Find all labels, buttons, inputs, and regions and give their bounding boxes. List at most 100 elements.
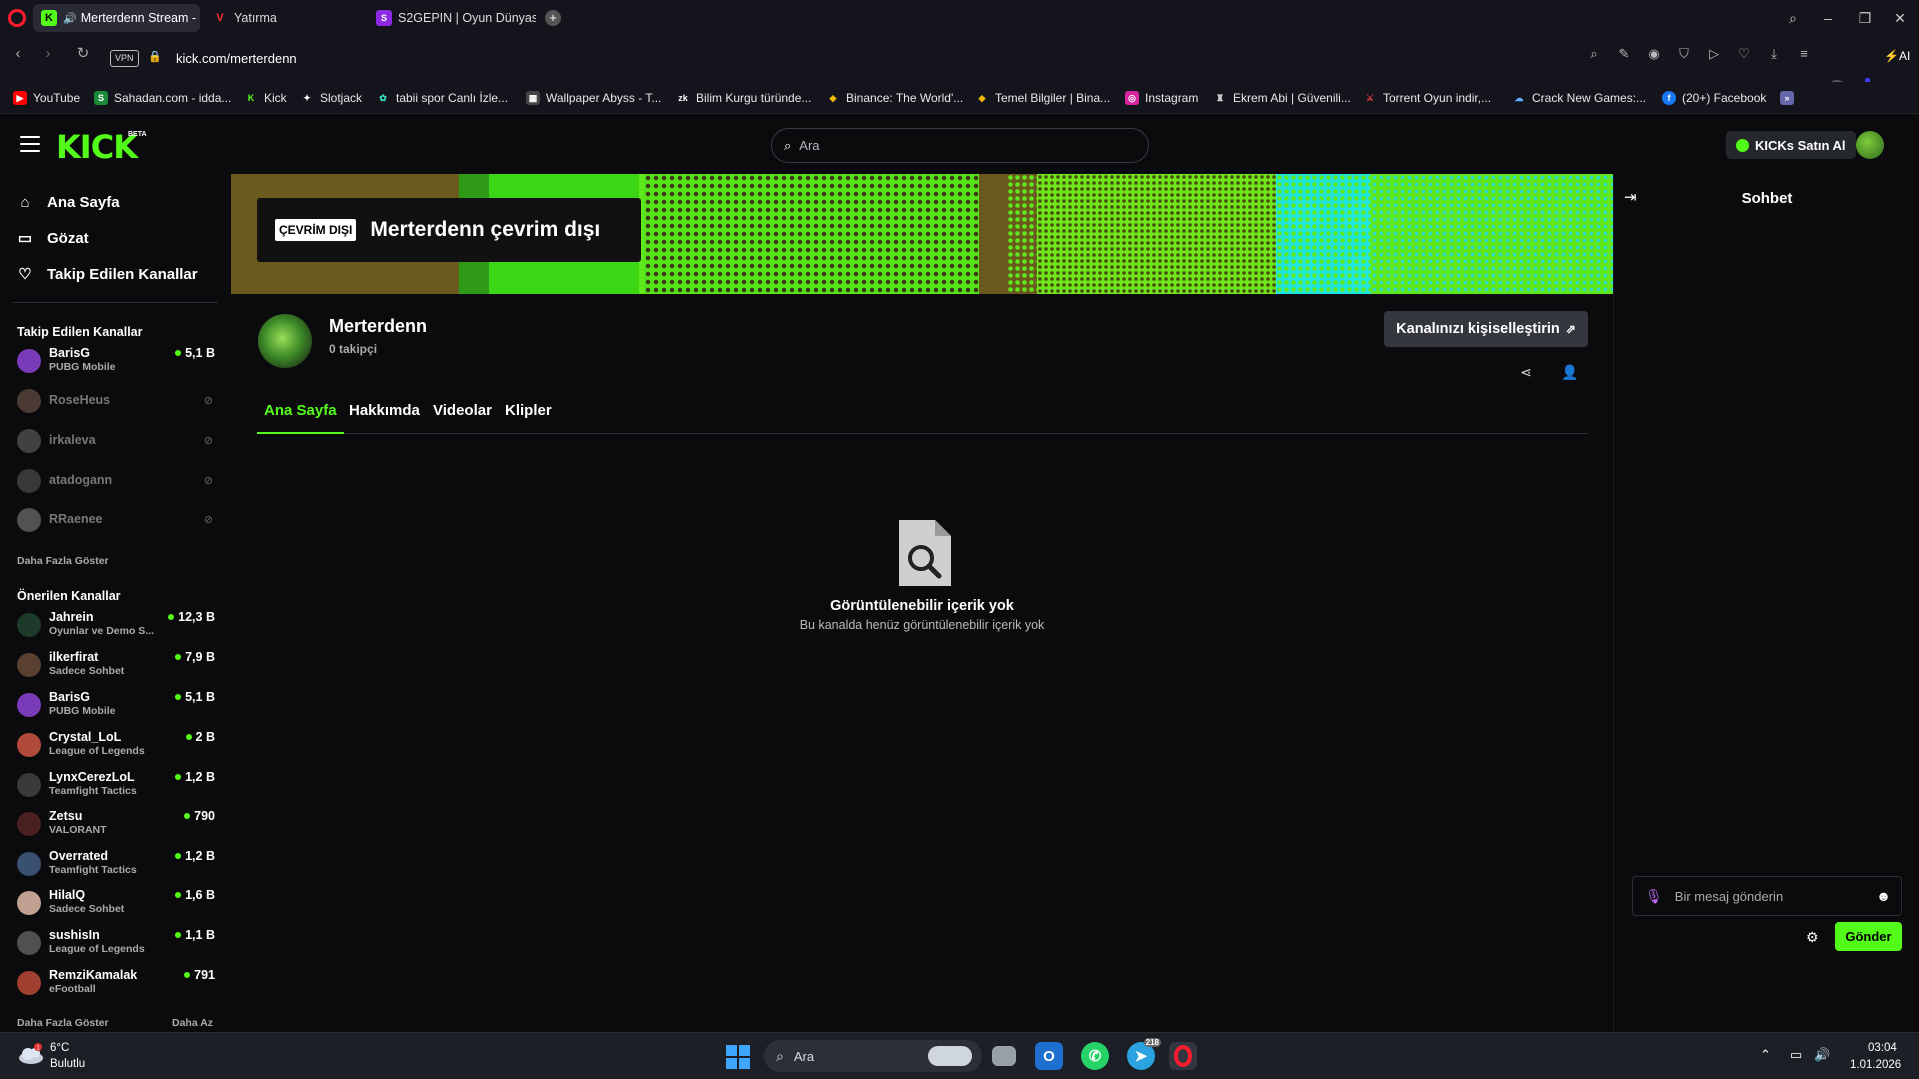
search-box[interactable]: ⌕ [771,128,1149,163]
heart-bookmark-icon[interactable]: ♡ [1736,46,1752,62]
taskbar-search[interactable]: ⌕ Ara [764,1040,982,1072]
recommended-show-less[interactable]: Daha Az [172,1017,213,1029]
back-icon[interactable]: ‹ [8,44,28,64]
shield-icon[interactable]: ⛉ [1676,46,1692,62]
download-icon[interactable]: ⤓ [1766,46,1782,62]
menu-lines-icon[interactable]: ≡ [1796,46,1812,62]
recommended-channel[interactable]: HilalQ Sadece Sohbet 1,6 B [17,886,217,920]
send-button[interactable]: Gönder [1835,922,1902,951]
page-search-icon[interactable]: ⌕ [1586,46,1602,62]
customize-label: Kanalınızı kişiselleştirin [1396,321,1560,337]
bookmark-binance-temel[interactable]: ◆ Temel Bilgiler | Bina... [975,89,1111,107]
bookmark-crack[interactable]: ☁ Crack New Games:... [1512,89,1647,107]
outlook-icon[interactable]: O [1035,1042,1063,1070]
search-tabs-icon[interactable]: ⌕ [1783,8,1803,28]
user-avatar[interactable] [1856,131,1884,159]
kick-logo[interactable]: KICK [56,128,138,166]
recommended-channel[interactable]: RemziKamalak eFootball 791 [17,966,217,1000]
sidebar-item-following[interactable]: ♡ Takip Edilen Kanallar [16,262,197,286]
play-icon[interactable]: ▷ [1706,46,1722,62]
bookmark-youtube[interactable]: ▶ YouTube [13,89,80,107]
tab-about[interactable]: Hakkımda [349,402,420,434]
sidebar-item-home[interactable]: ⌂ Ana Sayfa [16,190,119,214]
recommended-channel[interactable]: Overrated Teamfight Tactics 1,2 B [17,847,217,881]
bookmark-kick[interactable]: K Kick [244,89,287,107]
clock-time[interactable]: 03:04 [1868,1042,1897,1054]
bookmark-facebook[interactable]: f (20+) Facebook [1662,89,1766,107]
following-channel[interactable]: RRaenee ⊘ [17,503,217,537]
whatsapp-icon[interactable]: ✆ [1081,1042,1109,1070]
close-window-icon[interactable]: ✕ [1890,8,1910,28]
browser-tab[interactable]: S S2GEPIN | Oyun Dünyasın [368,4,536,32]
following-channel[interactable]: atadogann ⊘ [17,464,217,498]
ai-button[interactable]: ⚡AI [1884,49,1910,63]
bookmark-instagram[interactable]: ◎ Instagram [1125,89,1198,107]
emoji-icon[interactable]: ☻ [1876,888,1891,904]
bookmark-bilim-kurgu[interactable]: zk Bilim Kurgu türünde... [676,89,811,107]
viewer-count: 12,3 B [168,610,215,624]
telegram-icon[interactable]: ➤ 218 [1127,1038,1161,1070]
recommended-channel[interactable]: BarisG PUBG Mobile 5,1 B [17,688,217,722]
following-channel[interactable]: RoseHeus ⊘ [17,384,217,418]
taskbar-search-placeholder: Ara [793,1048,815,1064]
reload-icon[interactable]: ↻ [73,44,93,64]
add-user-icon[interactable]: 👤 [1560,362,1580,382]
following-channel[interactable]: irkaleva ⊘ [17,424,217,458]
windows-start-icon[interactable] [726,1045,750,1069]
bookmark-wallpaper[interactable]: ▦ Wallpaper Abyss - T... [526,89,661,107]
tab-home[interactable]: Ana Sayfa [257,402,344,434]
browser-tab-active[interactable]: K 🔊 Merterdenn Stream - K [33,4,200,32]
chat-settings-icon[interactable]: ⚙ [1806,929,1819,946]
opera-taskbar-icon[interactable] [1169,1042,1197,1070]
chat-input-box[interactable]: 🎙 ☻ [1632,876,1902,916]
share-icon[interactable]: ⋖ [1516,362,1536,382]
bookmark-torrent[interactable]: ⚔ Torrent Oyun indir,... [1363,89,1491,107]
forward-icon[interactable]: › [38,44,58,64]
camera-icon[interactable]: ◉ [1646,46,1662,62]
recommended-channel[interactable]: ilkerfirat Sadece Sohbet 7,9 B [17,648,217,682]
browser-tab[interactable]: V Yatırma [204,4,364,32]
bookmark-more[interactable]: » [1780,89,1800,107]
recommended-channel[interactable]: Zetsu VALORANT 790 [17,807,217,841]
minimize-icon[interactable]: – [1818,8,1838,28]
bookmark-tabii[interactable]: ✿ tabii spor Canlı İzle... [376,89,508,107]
restore-icon[interactable]: ❐ [1855,8,1875,28]
tab-videos[interactable]: Videolar [433,402,492,434]
bookmark-sahadan[interactable]: S Sahadan.com - idda... [94,89,231,107]
tab-clips[interactable]: Klipler [505,402,552,434]
vpn-badge[interactable]: VPN [110,50,139,67]
viewer-count: 790 [184,809,215,823]
recommended-channel[interactable]: sushisIn League of Legends 1,1 B [17,926,217,960]
channel-avatar-large[interactable] [258,314,312,368]
recommended-channel[interactable]: Jahrein Oyunlar ve Demo S... 12,3 B [17,608,217,642]
bookmark-binance[interactable]: ◆ Binance: The World'... [826,89,964,107]
microphone-icon[interactable]: 🎙 [1645,888,1663,905]
search-input[interactable] [799,138,1100,153]
recommended-channel[interactable]: Crystal_LoL League of Legends 2 B [17,728,217,762]
following-channel[interactable]: BarisG PUBG Mobile 5,1 B [17,344,217,378]
channel-name: ilkerfirat [49,650,99,664]
kick-top-nav: KICK BETA ⌕ KICKs Satın Al [0,114,1919,174]
url-field[interactable] [176,47,776,69]
sidebar-item-browse[interactable]: ▭ Gözat [16,226,89,250]
opera-menu-icon[interactable] [8,9,26,27]
tray-expand-icon[interactable]: ⌃ [1760,1047,1771,1063]
bookmark-label: (20+) Facebook [1682,91,1767,105]
following-show-more[interactable]: Daha Fazla Göster [17,555,109,567]
chat-message-input[interactable] [1674,888,1865,904]
crack-icon: ☁ [1514,92,1524,103]
display-icon[interactable]: ▭ [1790,1047,1802,1063]
clock-date[interactable]: 1.01.2026 [1850,1059,1901,1071]
cloud-weather-icon[interactable]: 1 [18,1043,44,1065]
buy-kicks-button[interactable]: KICKs Satın Al [1726,131,1856,159]
bookmark-slotjack[interactable]: ✦ Slotjack [300,89,362,107]
volume-icon[interactable]: 🔊 [1814,1047,1830,1063]
new-tab-button[interactable]: + [545,10,561,26]
file-explorer-icon[interactable] [992,1046,1016,1066]
recommended-show-more[interactable]: Daha Fazla Göster [17,1017,109,1029]
recommended-channel[interactable]: LynxCerezLoL Teamfight Tactics 1,2 B [17,768,217,802]
hamburger-menu-icon[interactable] [20,136,40,152]
edit-icon[interactable]: ✎ [1616,46,1632,62]
bookmark-ekrem[interactable]: ♜ Ekrem Abi | Güvenili... [1213,89,1351,107]
customize-channel-button[interactable]: Kanalınızı kişiselleştirin ⇗ [1384,311,1588,347]
